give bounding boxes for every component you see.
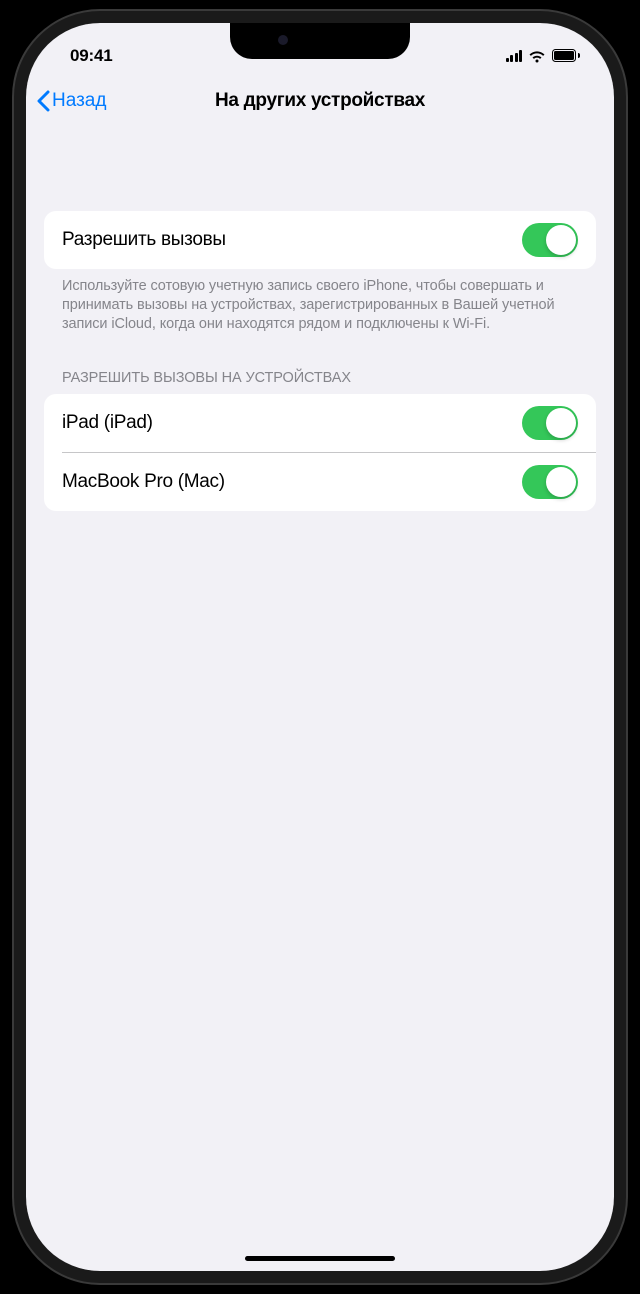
battery-icon bbox=[552, 49, 580, 63]
devices-section-header: РАЗРЕШИТЬ ВЫЗОВЫ НА УСТРОЙСТВАХ bbox=[44, 370, 596, 394]
device-row-macbook: MacBook Pro (Mac) bbox=[44, 453, 596, 511]
back-button[interactable]: Назад bbox=[36, 90, 106, 112]
allow-calls-label: Разрешить вызовы bbox=[62, 229, 226, 251]
device-row-ipad: iPad (iPad) bbox=[44, 394, 596, 452]
device-toggle-ipad[interactable] bbox=[522, 406, 578, 440]
phone-frame: 09:41 bbox=[14, 11, 626, 1283]
device-toggle-macbook[interactable] bbox=[522, 465, 578, 499]
page-title: На других устройствах bbox=[215, 90, 425, 112]
allow-calls-row: Разрешить вызовы bbox=[44, 211, 596, 269]
device-label: MacBook Pro (Mac) bbox=[62, 471, 225, 493]
cellular-signal-icon bbox=[506, 50, 523, 62]
screen: 09:41 bbox=[26, 23, 614, 1271]
notch bbox=[230, 23, 410, 59]
allow-calls-group: Разрешить вызовы bbox=[44, 211, 596, 269]
wifi-icon bbox=[528, 50, 546, 63]
status-icons bbox=[506, 49, 581, 63]
chevron-left-icon bbox=[36, 90, 50, 112]
status-time: 09:41 bbox=[70, 46, 112, 66]
device-label: iPad (iPad) bbox=[62, 412, 153, 434]
back-label: Назад bbox=[52, 90, 106, 112]
nav-bar: Назад На других устройствах bbox=[26, 75, 614, 127]
allow-calls-toggle[interactable] bbox=[522, 223, 578, 257]
devices-group: iPad (iPad) MacBook Pro (Mac) bbox=[44, 394, 596, 511]
home-indicator[interactable] bbox=[245, 1256, 395, 1261]
allow-calls-footer: Используйте сотовую учетную запись своег… bbox=[44, 269, 596, 334]
